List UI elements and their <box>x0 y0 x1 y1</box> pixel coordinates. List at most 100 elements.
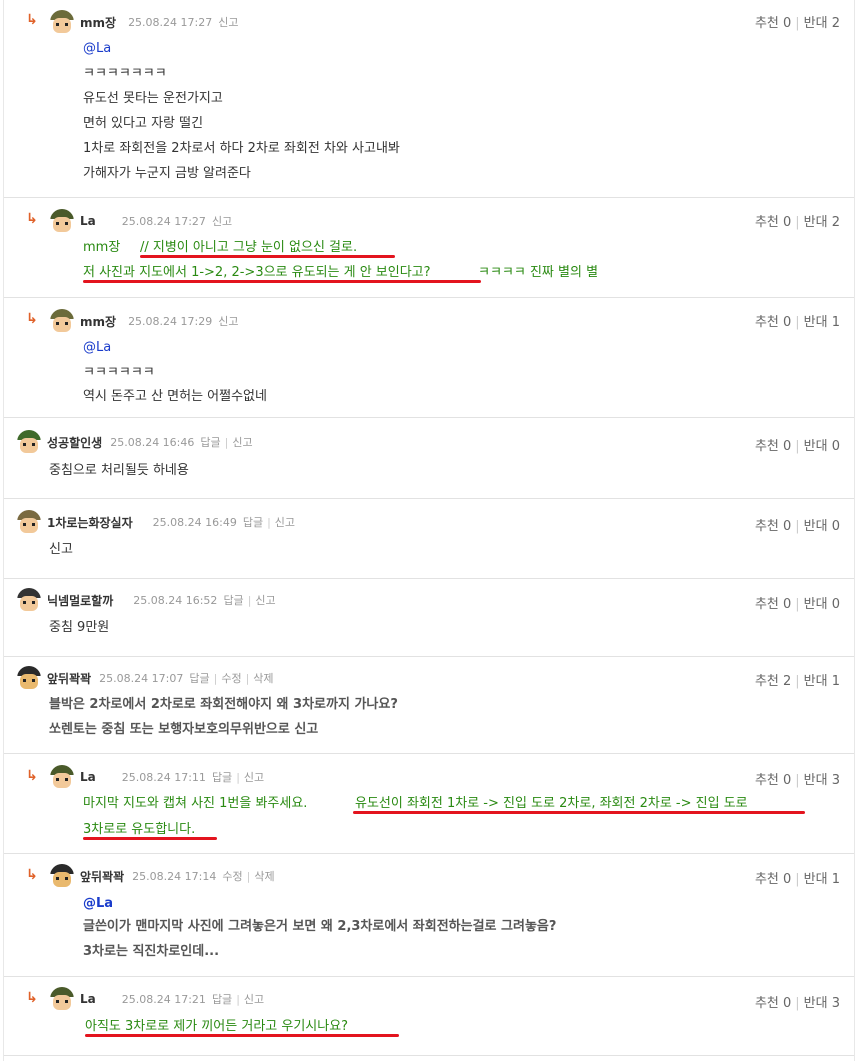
reply-arrow-icon: ↳ <box>26 990 38 1006</box>
red-underline <box>83 837 217 840</box>
comment: 성공할인생 25.08.24 16:46 답글 | 신고 추천 0 | 반대 0 중… <box>4 419 854 499</box>
report-link[interactable]: 신고 <box>218 313 238 329</box>
mention[interactable]: @La <box>83 339 111 357</box>
avatar-icon[interactable] <box>50 765 74 789</box>
comment-datetime: 25.08.24 17:07 <box>99 671 184 685</box>
report-link[interactable]: 신고 <box>232 434 252 450</box>
report-link[interactable]: 신고 <box>244 991 264 1007</box>
downvote-button[interactable]: 반대 3 <box>804 773 840 788</box>
reply-arrow-icon: ↳ <box>26 768 38 784</box>
comment-list: ↳ mm장 25.08.24 17:27 신고 추천 0 | 반대 2 @La ㅋㅋ… <box>0 0 858 1061</box>
comment-author[interactable]: La <box>80 214 96 228</box>
reply-link[interactable]: 답글 <box>189 670 209 686</box>
upvote-button[interactable]: 추천 0 <box>755 996 791 1011</box>
comment-text: 마지막 지도와 캡쳐 사진 1번을 봐주세요. <box>83 796 308 811</box>
comment-datetime: 25.08.24 17:27 <box>128 15 213 29</box>
vote-counts: 추천 0 | 반대 3 <box>754 773 840 788</box>
red-underline <box>85 1034 399 1037</box>
avatar-icon[interactable] <box>50 987 74 1011</box>
reply-comment: ↳ La 25.08.24 17:27 신고 추천 0 | 반대 2 mm장 // … <box>4 199 854 298</box>
reply-link[interactable]: 답글 <box>243 514 263 530</box>
comment-author[interactable]: 성공할인생 <box>47 434 102 451</box>
downvote-button[interactable]: 반대 2 <box>804 215 840 230</box>
reply-link[interactable]: 답글 <box>223 592 243 608</box>
comment: 닉넴멀로할까 25.08.24 16:52 답글 | 신고 추천 0 | 반대 0 … <box>4 580 854 657</box>
mention[interactable]: @La <box>83 40 111 58</box>
comment-datetime: 25.08.24 17:11 <box>121 770 206 784</box>
delete-link[interactable]: 삭제 <box>253 670 273 686</box>
comment-datetime: 25.08.24 17:14 <box>132 869 217 883</box>
delete-link[interactable]: 삭제 <box>254 868 274 884</box>
upvote-button[interactable]: 추천 0 <box>755 597 791 612</box>
upvote-button[interactable]: 추천 0 <box>755 439 791 454</box>
avatar-icon[interactable] <box>17 430 41 454</box>
downvote-button[interactable]: 반대 2 <box>804 16 840 31</box>
downvote-button[interactable]: 반대 1 <box>804 872 840 887</box>
comment-text: 1차로 좌회전을 2차로서 하다 2차로 좌회전 차와 사고내봐 <box>83 141 400 156</box>
downvote-button[interactable]: 반대 1 <box>804 315 840 330</box>
upvote-button[interactable]: 추천 0 <box>755 215 791 230</box>
comment-author[interactable]: 닉넴멀로할까 <box>47 592 113 609</box>
comment-author[interactable]: La <box>80 770 96 784</box>
comment-text: 쏘렌토는 중침 또는 보행자보호의무위반으로 신고 <box>49 722 319 737</box>
downvote-button[interactable]: 반대 3 <box>804 996 840 1011</box>
upvote-button[interactable]: 추천 0 <box>755 315 791 330</box>
comment-author[interactable]: 앞뒤꽉꽉 <box>80 868 124 885</box>
comment-text: ㅋㅋㅋㅋㅋㅋ <box>83 365 155 380</box>
downvote-button[interactable]: 반대 1 <box>804 674 840 689</box>
report-link[interactable]: 신고 <box>218 14 238 30</box>
avatar-icon[interactable] <box>17 588 41 612</box>
reply-arrow-icon: ↳ <box>26 211 38 227</box>
comment-text: 블박은 2차로에서 2차로로 좌회전해야지 왜 3차로까지 가나요? <box>49 697 398 712</box>
comment: 1차로는화장실자 25.08.24 16:49 답글 | 신고 추천 0 | 반대 … <box>4 500 854 579</box>
comment-datetime: 25.08.24 17:27 <box>121 214 206 228</box>
vote-counts: 추천 0 | 반대 2 <box>754 16 840 31</box>
comment-author[interactable]: mm장 <box>80 313 116 330</box>
reply-comment: ↳ mm장 25.08.24 17:29 신고 추천 0 | 반대 1 @La ㅋㅋ… <box>4 299 854 418</box>
avatar-icon[interactable] <box>50 864 74 888</box>
edit-link[interactable]: 수정 <box>221 670 241 686</box>
downvote-button[interactable]: 반대 0 <box>804 439 840 454</box>
red-underline <box>83 280 481 283</box>
reply-arrow-icon: ↳ <box>26 311 38 327</box>
report-link[interactable]: 신고 <box>244 769 264 785</box>
comment-text: ㅋㅋㅋㅋ 진짜 별의 별 <box>478 265 599 280</box>
avatar-icon[interactable] <box>17 666 41 690</box>
report-link[interactable]: 신고 <box>212 213 232 229</box>
reply-arrow-icon: ↳ <box>26 12 38 28</box>
vote-counts: 추천 0 | 반대 0 <box>754 439 840 454</box>
reply-link[interactable]: 답글 <box>200 434 220 450</box>
vote-counts: 추천 0 | 반대 2 <box>754 215 840 230</box>
comment-author[interactable]: 1차로는화장실자 <box>47 514 133 531</box>
downvote-button[interactable]: 반대 0 <box>804 519 840 534</box>
reply-target-nick[interactable]: mm장 <box>83 239 120 257</box>
comment-text: 글쓴이가 맨마지막 사진에 그려놓은거 보면 왜 2,3차로에서 좌회전하는걸로… <box>83 919 557 934</box>
mention[interactable]: @La <box>83 895 113 913</box>
vote-counts: 추천 0 | 반대 3 <box>754 996 840 1011</box>
downvote-button[interactable]: 반대 0 <box>804 597 840 612</box>
upvote-button[interactable]: 추천 0 <box>755 773 791 788</box>
report-link[interactable]: 신고 <box>255 592 275 608</box>
comment-author[interactable]: mm장 <box>80 14 116 31</box>
upvote-button[interactable]: 추천 0 <box>755 519 791 534</box>
right-border <box>854 0 855 1061</box>
avatar-icon[interactable] <box>50 209 74 233</box>
reply-link[interactable]: 답글 <box>212 769 232 785</box>
comment-text: ㅋㅋㅋㅋㅋㅋㅋ <box>83 66 167 81</box>
avatar-icon[interactable] <box>17 510 41 534</box>
comment-text: 유도선 못타는 운전가지고 <box>83 91 223 106</box>
comment-text: 가해자가 누군지 금방 알려준다 <box>83 166 251 181</box>
reply-link[interactable]: 답글 <box>212 991 232 1007</box>
edit-link[interactable]: 수정 <box>222 868 242 884</box>
upvote-button[interactable]: 추천 0 <box>755 16 791 31</box>
comment-datetime: 25.08.24 17:21 <box>121 992 206 1006</box>
upvote-button[interactable]: 추천 0 <box>755 872 791 887</box>
comment-author[interactable]: La <box>80 992 96 1006</box>
report-link[interactable]: 신고 <box>275 514 295 530</box>
reply-comment: ↳ La 25.08.24 17:11 답글 | 신고 추천 0 | 반대 3 마지… <box>4 755 854 854</box>
reply-comment: ↳ mm장 25.08.24 17:27 신고 추천 0 | 반대 2 @La ㅋㅋ… <box>4 0 854 198</box>
upvote-button[interactable]: 추천 2 <box>755 674 791 689</box>
comment-author[interactable]: 앞뒤꽉꽉 <box>47 670 91 687</box>
avatar-icon[interactable] <box>50 10 74 34</box>
avatar-icon[interactable] <box>50 309 74 333</box>
